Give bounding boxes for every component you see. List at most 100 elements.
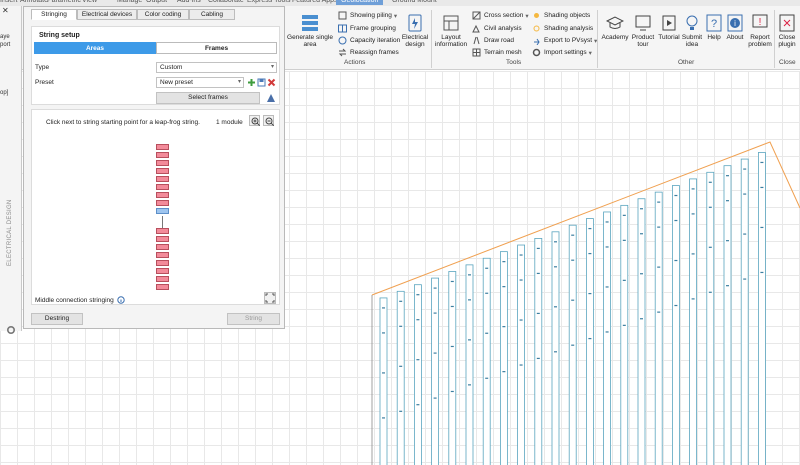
academy-button[interactable]: Academy — [600, 14, 630, 41]
pv-frame[interactable] — [706, 171, 715, 465]
string-module[interactable] — [156, 284, 169, 290]
pv-frame[interactable] — [568, 224, 577, 465]
reassign-frames-button[interactable]: Reassign frames — [338, 48, 399, 57]
civil-analysis-button[interactable]: Civil analysis — [472, 24, 522, 33]
select-frames-button[interactable]: Select frames — [156, 92, 260, 104]
pv-frame[interactable] — [740, 158, 749, 465]
frame-grouping-label: Frame grouping — [350, 25, 396, 32]
pv-frame[interactable] — [413, 284, 422, 465]
pv-frame[interactable] — [551, 231, 560, 465]
generate-single-area-button[interactable]: Generate single area — [286, 14, 334, 48]
pv-frame[interactable] — [499, 251, 508, 465]
frame-grouping-button[interactable]: Frame grouping — [338, 24, 396, 33]
string-module[interactable] — [156, 276, 169, 282]
showing-piling-button[interactable]: Showing piling ▾ — [338, 11, 397, 20]
menu-item[interactable]: Express Tools — [247, 0, 290, 4]
menu-item[interactable]: Manage — [117, 0, 142, 4]
close-plugin-button[interactable]: Close plugin — [776, 14, 798, 48]
string-module[interactable] — [156, 192, 169, 198]
tab-electrical-devices[interactable]: Electrical devices — [77, 9, 137, 20]
menu-item[interactable]: Featured Apps — [292, 0, 338, 4]
pv-frame[interactable] — [482, 257, 491, 465]
pv-frame[interactable] — [758, 152, 766, 465]
tab-color-coding[interactable]: Color coding — [137, 9, 189, 20]
segment-frames[interactable]: Frames — [156, 42, 277, 54]
shading-objects-button[interactable]: Shading objects — [532, 11, 590, 20]
tutorial-button[interactable]: Tutorial — [656, 14, 682, 41]
menu-item[interactable]: Output — [146, 0, 167, 4]
destring-button[interactable]: Destring — [31, 313, 83, 325]
menu-item[interactable]: View — [82, 0, 97, 4]
type-select[interactable]: Custom ▾ — [156, 62, 277, 73]
zoom-in-button[interactable] — [249, 115, 261, 127]
help-button[interactable]: ? Help — [704, 14, 724, 41]
type-label: Type — [35, 64, 50, 71]
string-setup-title: String setup — [39, 32, 80, 39]
frame-grouping-icon — [338, 24, 347, 33]
pv-frame[interactable] — [431, 277, 440, 465]
string-module[interactable] — [156, 168, 169, 174]
pv-frame[interactable] — [379, 297, 388, 465]
string-module[interactable] — [156, 268, 169, 274]
string-module[interactable] — [156, 244, 169, 250]
pv-frame[interactable] — [448, 271, 457, 465]
add-preset-icon[interactable] — [247, 78, 256, 87]
palette-settings-icon[interactable] — [6, 325, 16, 335]
pv-frame[interactable] — [723, 165, 732, 465]
about-button[interactable]: i About — [724, 14, 746, 41]
shading-analysis-button[interactable]: Shading analysis — [532, 24, 593, 33]
draw-road-button[interactable]: Draw road — [472, 36, 514, 45]
menu-item[interactable]: Annotate — [20, 0, 48, 4]
cross-section-button[interactable]: Cross section ▾ — [472, 11, 529, 20]
menu-item[interactable]: Add-ins — [177, 0, 201, 4]
string-module[interactable] — [156, 152, 169, 158]
string-module[interactable] — [156, 252, 169, 258]
import-settings-button[interactable]: Import settings ▾ — [532, 48, 592, 57]
save-preset-icon[interactable] — [257, 78, 266, 87]
string-module[interactable] — [156, 228, 169, 234]
pv-frame[interactable] — [672, 185, 680, 465]
layout-information-button[interactable]: Layout information — [434, 14, 468, 48]
string-module[interactable] — [156, 184, 169, 190]
pv-frame[interactable] — [689, 178, 697, 465]
string-module[interactable] — [156, 200, 169, 206]
product-tour-button[interactable]: Product tour — [629, 14, 657, 48]
pv-frame[interactable] — [517, 244, 525, 465]
pv-frame[interactable] — [654, 191, 663, 465]
menu-item[interactable]: Collaborate — [208, 0, 244, 4]
submit-idea-button[interactable]: Submit idea — [681, 14, 703, 48]
selected-module[interactable] — [156, 208, 169, 214]
electrical-design-button[interactable]: Electrical design — [400, 14, 430, 48]
academy-label: Academy — [601, 34, 629, 41]
pv-frame[interactable] — [534, 238, 543, 465]
terrain-mesh-button[interactable]: Terrain mesh — [472, 48, 522, 57]
capacity-iteration-button[interactable]: Capacity iteration — [338, 36, 400, 45]
string-module[interactable] — [156, 236, 169, 242]
string-button[interactable]: String — [227, 313, 280, 325]
segment-areas[interactable]: Areas — [34, 42, 156, 54]
pv-frame[interactable] — [396, 290, 405, 465]
delete-preset-icon[interactable] — [267, 78, 276, 87]
tab-stringing[interactable]: Stringing — [31, 9, 77, 20]
tab-cabling[interactable]: Cabling — [189, 9, 235, 20]
string-module[interactable] — [156, 260, 169, 266]
preset-select[interactable]: New preset ▾ — [156, 77, 244, 88]
fit-view-button[interactable] — [264, 292, 276, 304]
pv-frame[interactable] — [586, 218, 594, 465]
info-icon[interactable] — [117, 296, 125, 304]
pv-frame[interactable] — [637, 198, 646, 465]
string-module[interactable] — [156, 176, 169, 182]
pv-frame[interactable] — [620, 204, 629, 465]
menu-item[interactable]: Geolocation — [336, 0, 384, 5]
pv-frame[interactable] — [465, 264, 474, 465]
menu-item[interactable]: Insert — [0, 0, 18, 4]
export-pvsyst-button[interactable]: Export to PVsyst ▾ — [532, 36, 597, 45]
zoom-out-button[interactable] — [263, 115, 275, 127]
menu-item[interactable]: Ground Mount — [392, 0, 437, 4]
close-palette-icon[interactable]: ✕ — [2, 6, 9, 15]
menu-item[interactable]: Parametric — [47, 0, 81, 4]
report-problem-button[interactable]: ! Report problem — [746, 14, 774, 48]
string-module[interactable] — [156, 160, 169, 166]
pv-frame[interactable] — [603, 211, 611, 465]
string-module[interactable] — [156, 144, 169, 150]
